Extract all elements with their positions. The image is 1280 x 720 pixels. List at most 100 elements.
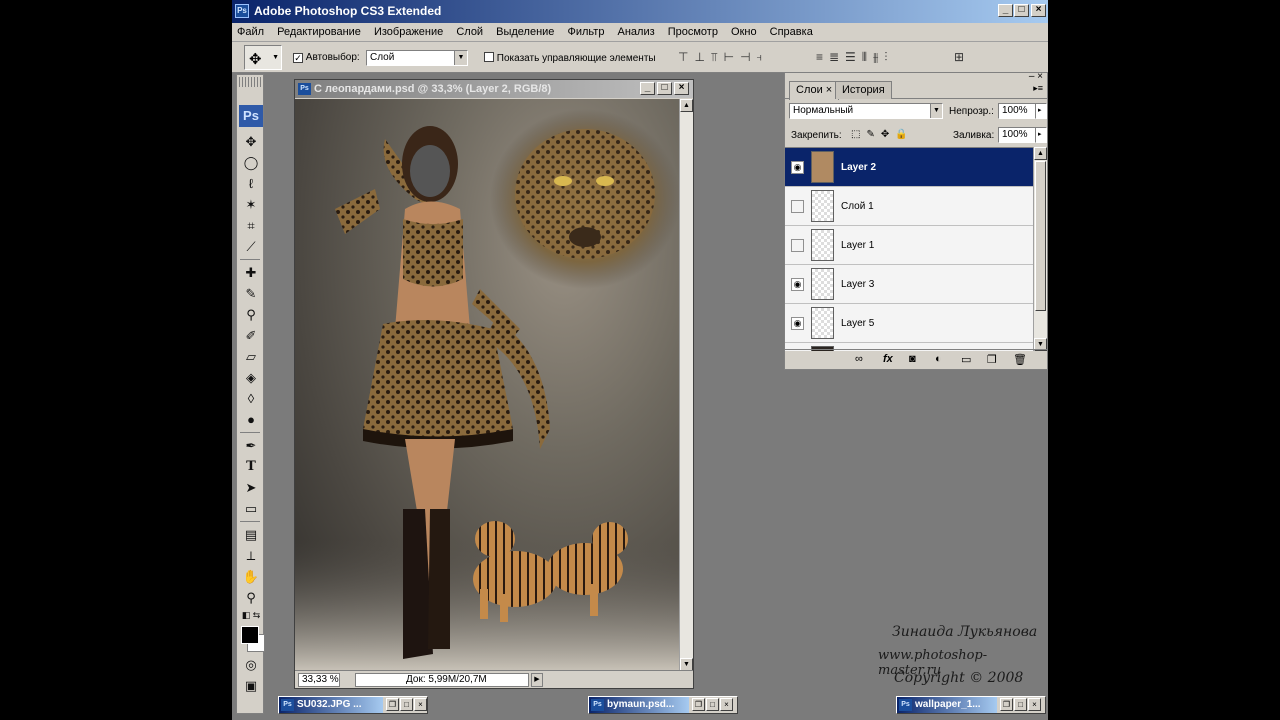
ps-logo: Ps — [239, 105, 263, 127]
brush-tool-icon[interactable]: ✎ — [239, 283, 263, 304]
fill-field[interactable]: 100% — [998, 127, 1036, 143]
minimize-button[interactable]: _ — [998, 4, 1013, 17]
magic-wand-tool-icon[interactable]: ✶ — [239, 194, 263, 215]
close-button[interactable]: × — [720, 698, 733, 711]
eye-icon[interactable]: ◉ — [791, 161, 804, 174]
scroll-up-icon[interactable]: ▲ — [680, 99, 693, 112]
screen-mode-icon[interactable]: ▣ — [239, 675, 263, 696]
dodge-tool-icon[interactable]: ● — [239, 409, 263, 430]
minimized-document-2[interactable]: Ps bymaun.psd... ❐ □ × — [588, 696, 738, 714]
clone-stamp-tool-icon[interactable]: ⚲ — [239, 304, 263, 325]
scroll-thumb[interactable] — [1035, 161, 1046, 311]
eye-toggle-hidden[interactable] — [791, 200, 804, 213]
maximize-button[interactable]: □ — [1014, 4, 1029, 17]
palette-grip[interactable] — [239, 77, 261, 87]
palette-menu-icon[interactable]: ▸≡ — [1033, 83, 1043, 94]
menu-window[interactable]: Окно — [726, 23, 762, 42]
new-layer-icon[interactable]: ❐ — [987, 353, 997, 366]
layer-row-layer-1[interactable]: Layer 1 — [785, 226, 1035, 265]
menu-image[interactable]: Изображение — [369, 23, 448, 42]
crop-tool-icon[interactable]: ⌗ — [239, 215, 263, 236]
close-button[interactable]: × — [1031, 4, 1046, 17]
type-tool-icon[interactable]: T — [239, 456, 263, 477]
minimized-controls: ❐ □ × — [691, 698, 733, 711]
path-selection-tool-icon[interactable]: ➤ — [239, 477, 263, 498]
maximize-button[interactable]: □ — [400, 698, 413, 711]
healing-brush-tool-icon[interactable]: ✚ — [239, 262, 263, 283]
maximize-button[interactable]: □ — [706, 698, 719, 711]
document-title-bar[interactable]: Ps С леопардами.psd @ 33,3% (Layer 2, RG… — [295, 80, 693, 98]
quick-mask-icon[interactable]: ◎ — [239, 654, 263, 675]
image-canvas[interactable] — [295, 99, 679, 671]
eraser-tool-icon[interactable]: ▱ — [239, 346, 263, 367]
layers-scrollbar[interactable]: ▲ ▼ — [1033, 147, 1047, 351]
menu-filter[interactable]: Фильтр — [563, 23, 610, 42]
menu-analysis[interactable]: Анализ — [613, 23, 660, 42]
menu-edit[interactable]: Редактирование — [272, 23, 366, 42]
hand-tool-icon[interactable]: ✋ — [239, 566, 263, 587]
slice-tool-icon[interactable]: ⟋ — [239, 236, 263, 257]
fx-icon[interactable]: fx — [883, 353, 893, 365]
notes-tool-icon[interactable]: ▤ — [239, 524, 263, 545]
maximize-button[interactable]: □ — [1014, 698, 1027, 711]
layer-row-layer-5[interactable]: ◉ Layer 5 — [785, 304, 1035, 343]
menu-help[interactable]: Справка — [765, 23, 818, 42]
minimized-document-1[interactable]: Ps SU032.JPG ... ❐ □ × — [278, 696, 428, 714]
menu-file[interactable]: Файл — [232, 23, 269, 42]
history-brush-tool-icon[interactable]: ✐ — [239, 325, 263, 346]
tab-history[interactable]: История — [835, 81, 892, 99]
autoselect-checkbox[interactable]: ✓ — [293, 53, 303, 63]
eyedropper-tool-icon[interactable]: ⟂ — [239, 545, 263, 566]
paint-bucket-tool-icon[interactable]: ◈ — [239, 367, 263, 388]
align-buttons[interactable]: ⊤⊥⫪⊢⊣⫞ — [678, 50, 768, 65]
default-colors-icon[interactable]: ◧ ⇆ — [239, 608, 263, 622]
autoselect-dropdown[interactable]: Слой ▼ — [366, 50, 468, 66]
tool-preset-picker[interactable]: ✥ ▼ — [244, 45, 282, 70]
layer-name: Layer 3 — [841, 279, 875, 290]
link-icon[interactable]: ∞ — [855, 353, 863, 365]
close-button[interactable]: × — [1028, 698, 1041, 711]
lock-buttons[interactable]: ⬚✎✥🔒 — [851, 129, 914, 140]
auto-align-button[interactable]: ⊞ — [954, 50, 970, 64]
doc-maximize-button[interactable]: □ — [657, 82, 672, 95]
close-button[interactable]: × — [414, 698, 427, 711]
folder-icon[interactable]: ▭ — [961, 353, 971, 366]
marquee-tool-icon[interactable]: ◯ — [239, 152, 263, 173]
trash-icon[interactable]: 🗑 — [1013, 353, 1027, 366]
lasso-tool-icon[interactable]: ℓ — [239, 173, 263, 194]
fill-arrow-icon[interactable]: ▸ — [1035, 127, 1047, 143]
menu-view[interactable]: Просмотр — [663, 23, 723, 42]
scroll-up-icon[interactable]: ▲ — [1034, 147, 1047, 160]
restore-button[interactable]: ❐ — [1000, 698, 1013, 711]
pen-tool-icon[interactable]: ✒ — [239, 435, 263, 456]
adjustment-icon[interactable]: ◐ — [935, 353, 942, 365]
shape-tool-icon[interactable]: ▭ — [239, 498, 263, 519]
tab-layers[interactable]: Слои × — [789, 81, 840, 100]
restore-button[interactable]: ❐ — [692, 698, 705, 711]
blur-tool-icon[interactable]: ◊ — [239, 388, 263, 409]
move-tool-icon[interactable]: ✥ — [239, 131, 263, 152]
eye-icon[interactable]: ◉ — [791, 317, 804, 330]
menu-select[interactable]: Выделение — [491, 23, 559, 42]
eye-icon[interactable]: ◉ — [791, 278, 804, 291]
menu-layer[interactable]: Слой — [451, 23, 488, 42]
opacity-field[interactable]: 100% — [998, 103, 1036, 119]
restore-button[interactable]: ❐ — [386, 698, 399, 711]
doc-minimize-button[interactable]: _ — [640, 82, 655, 95]
layer-row-layer-2[interactable]: ◉ Layer 2 — [785, 148, 1035, 187]
minimized-document-3[interactable]: Ps wallpaper_1... ❐ □ × — [896, 696, 1046, 714]
opacity-arrow-icon[interactable]: ▸ — [1035, 103, 1047, 119]
doc-close-button[interactable]: × — [674, 82, 689, 95]
show-controls-checkbox[interactable] — [484, 52, 494, 62]
layer-row-layer-3[interactable]: ◉ Layer 3 — [785, 265, 1035, 304]
blend-mode-dropdown[interactable]: Нормальный ▼ — [789, 103, 943, 119]
zoom-level-field[interactable]: 33,33 % — [298, 673, 340, 687]
mask-icon[interactable]: ◙ — [909, 353, 916, 365]
status-menu-arrow-icon[interactable]: ▶ — [531, 673, 543, 687]
foreground-color-swatch[interactable] — [241, 626, 259, 644]
zoom-tool-icon[interactable]: ⚲ — [239, 587, 263, 608]
layer-row-sloi-1[interactable]: Слой 1 — [785, 187, 1035, 226]
distribute-buttons[interactable]: ≡≣☰⫴⫵⫶ — [816, 50, 893, 65]
eye-toggle-hidden[interactable] — [791, 239, 804, 252]
document-vertical-scrollbar[interactable]: ▲ ▼ — [679, 99, 693, 671]
